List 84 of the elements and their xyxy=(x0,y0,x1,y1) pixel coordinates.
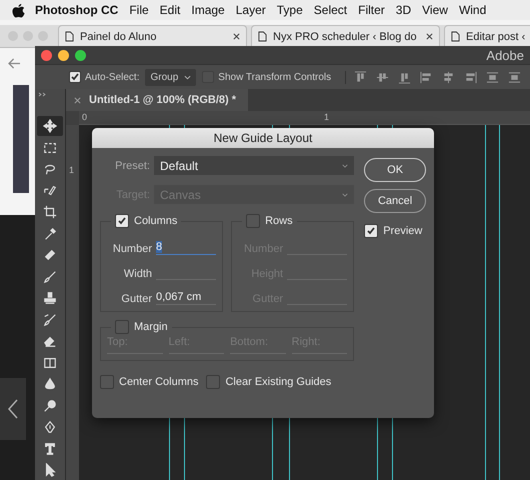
margin-checkbox[interactable]: Margin xyxy=(115,320,168,334)
columns-checkbox[interactable]: Columns xyxy=(115,214,178,228)
ruler-label: 1 xyxy=(69,165,74,175)
menu-item[interactable]: Select xyxy=(314,3,348,17)
close-icon[interactable] xyxy=(233,33,240,40)
tab-title: Nyx PRO scheduler ‹ Blog do xyxy=(273,30,418,42)
rows-checkbox[interactable]: Rows xyxy=(246,214,293,228)
quick-selection-icon xyxy=(43,184,57,198)
previous-button[interactable] xyxy=(0,378,26,440)
minimize-window-button[interactable] xyxy=(58,50,69,60)
ruler-label: 1 xyxy=(324,112,330,122)
dialog-button[interactable]: OK xyxy=(364,158,426,182)
group-dropdown[interactable]: Group xyxy=(145,68,196,86)
stamp-icon xyxy=(43,291,57,305)
field-label: Preset: xyxy=(114,160,150,172)
menu-item[interactable]: View xyxy=(422,3,448,17)
double-chevron-icon[interactable] xyxy=(38,92,46,97)
close-window-button[interactable] xyxy=(41,50,52,60)
preset-dropdown[interactable]: Default xyxy=(154,156,354,175)
menu-item[interactable]: File xyxy=(129,3,149,17)
brush-icon xyxy=(43,312,57,326)
tool-button[interactable] xyxy=(37,116,63,136)
align-icon[interactable] xyxy=(464,70,478,84)
menu-item[interactable]: Wind xyxy=(458,3,486,17)
document-title: Untitled-1 @ 100% (RGB/8) * xyxy=(89,94,236,106)
align-icon[interactable] xyxy=(420,70,434,84)
type-tool-icon xyxy=(43,442,57,456)
field-label: Number xyxy=(112,243,152,255)
checkmark-icon xyxy=(117,216,127,226)
page-icon xyxy=(451,31,460,42)
pen-nib-icon xyxy=(43,420,57,434)
menu-item[interactable]: Type xyxy=(276,3,303,17)
align-icon[interactable] xyxy=(442,70,456,84)
eyedropper-icon xyxy=(43,226,57,240)
align-icon[interactable] xyxy=(486,70,500,84)
close-icon[interactable] xyxy=(426,33,433,40)
app-menu[interactable]: Photoshop CC xyxy=(35,3,118,17)
clear-guides-checkbox[interactable]: Clear Existing Guides xyxy=(206,375,332,389)
ruler-label: 0 xyxy=(82,112,88,122)
field-label: Gutter xyxy=(120,293,152,305)
drop-icon xyxy=(43,377,57,391)
menu-item[interactable]: Layer xyxy=(236,3,266,17)
input-field[interactable]: 8 xyxy=(156,237,216,255)
auto-select-checkbox[interactable]: Auto-Select: xyxy=(69,71,140,83)
align-icon[interactable] xyxy=(398,70,412,84)
menu-item[interactable]: Edit xyxy=(160,3,180,17)
menu-item[interactable]: Image xyxy=(191,3,225,17)
chevron-left-icon xyxy=(8,399,18,419)
checkmark-icon xyxy=(70,72,80,82)
dialog-button[interactable]: Cancel xyxy=(364,189,426,213)
center-columns-checkbox[interactable]: Center Columns xyxy=(100,375,198,389)
preview-checkbox[interactable]: Preview xyxy=(364,224,426,238)
align-icon[interactable] xyxy=(376,70,390,84)
page-icon xyxy=(65,31,74,42)
align-icon[interactable] xyxy=(354,70,368,84)
menu-item[interactable]: 3D xyxy=(396,3,412,17)
caret-icon xyxy=(342,164,348,168)
lasso-icon xyxy=(43,162,57,176)
menu-item[interactable]: Filter xyxy=(358,3,385,17)
browser-tab[interactable]: Painel do Aluno xyxy=(58,25,247,47)
browser-tab[interactable]: Nyx PRO scheduler ‹ Blog do xyxy=(251,25,440,47)
tab-title: Painel do Aluno xyxy=(80,30,158,42)
crop-icon xyxy=(43,205,57,219)
zoom-window-button[interactable] xyxy=(75,50,86,60)
field-label: Width xyxy=(122,268,152,280)
window-title: Adobe xyxy=(486,48,524,62)
back-arrow-icon[interactable] xyxy=(8,58,21,69)
browser-tab[interactable]: Editar post ‹ xyxy=(444,25,530,47)
checkmark-icon xyxy=(366,226,376,236)
tab-title: Editar post ‹ xyxy=(466,30,526,42)
caret-icon xyxy=(342,192,348,196)
dialog-title: New Guide Layout xyxy=(214,131,312,145)
page-icon xyxy=(258,31,267,42)
eraser-icon xyxy=(43,334,57,348)
apple-logo-icon[interactable] xyxy=(12,2,25,18)
move-arrows-icon xyxy=(43,119,57,133)
caret-icon xyxy=(184,74,192,80)
pointer-arrow-icon xyxy=(43,463,57,477)
document-tab[interactable]: Untitled-1 @ 100% (RGB/8) * xyxy=(66,89,248,111)
input-field[interactable]: 0,067 cm xyxy=(156,287,216,305)
dodge-icon xyxy=(43,398,57,412)
align-icon[interactable] xyxy=(508,70,522,84)
brush-icon xyxy=(43,270,57,284)
show-transform-checkbox[interactable]: Show Transform Controls xyxy=(202,71,332,83)
